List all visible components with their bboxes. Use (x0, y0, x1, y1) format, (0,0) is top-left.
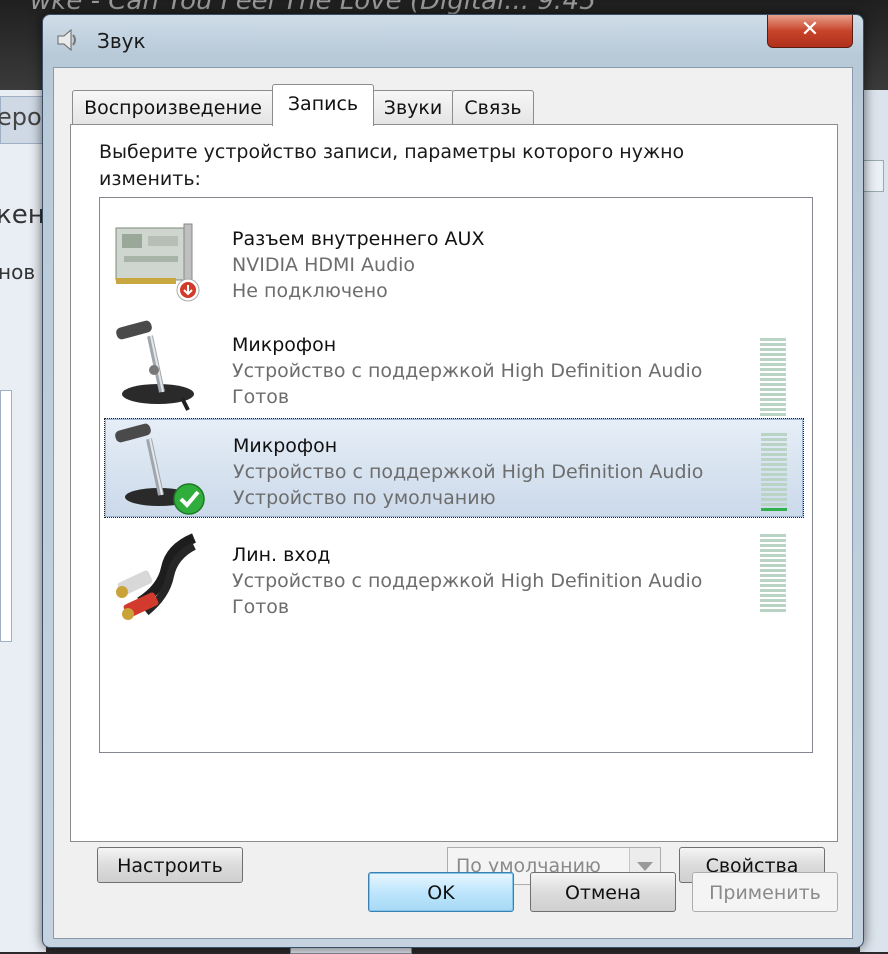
apply-button[interactable]: Применить (692, 872, 838, 912)
level-meter-segment (761, 483, 787, 486)
level-meter-segment (760, 388, 786, 391)
level-meter-segment (760, 539, 786, 542)
level-meter-segment (760, 569, 786, 572)
window-title: Звук (97, 29, 146, 53)
microphone-default-icon (115, 423, 205, 515)
level-meter-segment (761, 453, 787, 456)
device-description: Устройство с поддержкой High Definition … (233, 461, 704, 483)
level-meter-segment (761, 438, 787, 441)
device-microphone-default[interactable]: Микрофон Устройство с поддержкой High De… (104, 418, 804, 518)
level-meter-segment (761, 493, 787, 496)
microphone-icon (116, 320, 194, 411)
background-text: кен (0, 200, 45, 230)
level-meter-segment (761, 458, 787, 461)
device-status: Готов (232, 386, 290, 408)
level-meter-segment (760, 408, 786, 411)
level-meter-segment (760, 343, 786, 346)
recording-panel: Выберите устройство записи, параметры ко… (70, 124, 838, 885)
device-status: Готов (232, 596, 290, 618)
background-scroll-button (862, 160, 884, 192)
instruction-text: Выберите устройство записи, параметры ко… (99, 141, 685, 190)
device-aux[interactable]: Разъем внутреннего AUX NVIDIA HDMI Audio… (104, 208, 804, 310)
close-button[interactable]: ✕ (767, 15, 853, 48)
level-meter-segment (760, 378, 786, 381)
level-meter-segment (761, 463, 787, 466)
dialog-client: Воспроизведение Запись Звуки Связь Выбер… (53, 67, 853, 939)
level-meter-segment (760, 383, 786, 386)
level-meter-segment (760, 584, 786, 587)
configure-button[interactable]: Настроить (97, 847, 243, 883)
device-microphone[interactable]: Микрофон Устройство с поддержкой High De… (104, 314, 804, 416)
cancel-button[interactable]: Отмена (530, 872, 676, 912)
tab-communications[interactable]: Связь (452, 90, 534, 125)
level-meter-segment (760, 363, 786, 366)
level-meter-segment (760, 549, 786, 552)
level-meter-segment (760, 348, 786, 351)
level-meter (761, 433, 787, 513)
device-description: Устройство с поддержкой High Definition … (232, 360, 703, 382)
level-meter-segment (760, 609, 786, 612)
tab-playback[interactable]: Воспроизведение (72, 90, 274, 125)
level-meter-segment (760, 554, 786, 557)
level-meter-segment (760, 534, 786, 537)
device-status: Не подключено (232, 280, 388, 302)
background-toolbar-text: еро (0, 103, 42, 131)
level-meter-segment (761, 473, 787, 476)
device-status: Устройство по умолчанию (233, 487, 496, 509)
device-name: Микрофон (232, 334, 337, 356)
device-line-in[interactable]: Лин. вход Устройство с поддержкой High D… (104, 524, 804, 626)
ok-button[interactable]: OK (368, 872, 514, 912)
tab-recording[interactable]: Запись (272, 84, 374, 126)
level-meter-segment (760, 594, 786, 597)
rca-cable-icon (116, 533, 197, 620)
level-meter-segment (760, 368, 786, 371)
level-meter (760, 338, 786, 418)
level-meter-segment (761, 433, 787, 436)
level-meter-segment (760, 413, 786, 416)
title-bar[interactable]: Звук ✕ (43, 15, 863, 67)
level-meter-segment (760, 589, 786, 592)
level-meter-segment (761, 498, 787, 501)
level-meter-segment (761, 488, 787, 491)
level-meter-segment (760, 604, 786, 607)
background-panel (0, 390, 12, 642)
level-meter-segment (761, 443, 787, 446)
level-meter-segment (760, 544, 786, 547)
sound-dialog: Звук ✕ Воспроизведение Запись Звуки Связ… (42, 14, 864, 948)
level-meter-segment (761, 448, 787, 451)
level-meter-segment (760, 373, 786, 376)
level-meter-segment (760, 564, 786, 567)
level-meter-segment (760, 559, 786, 562)
level-meter-segment (760, 403, 786, 406)
level-meter-segment (760, 579, 786, 582)
level-meter-segment (760, 353, 786, 356)
device-description: Устройство с поддержкой High Definition … (232, 570, 703, 592)
level-meter-segment (760, 574, 786, 577)
tab-sounds[interactable]: Звуки (372, 90, 454, 125)
level-meter-segment (760, 338, 786, 341)
level-meter-segment (760, 398, 786, 401)
speaker-icon (57, 28, 76, 52)
level-meter-segment (761, 508, 787, 511)
device-description: NVIDIA HDMI Audio (232, 254, 416, 276)
background-text: нов (0, 260, 36, 284)
background-window-right (860, 90, 888, 952)
background-toolbar: еро (0, 96, 46, 144)
device-name: Лин. вход (232, 544, 331, 566)
level-meter-segment (760, 358, 786, 361)
device-list[interactable]: Разъем внутреннего AUX NVIDIA HDMI Audio… (99, 197, 813, 753)
device-name: Разъем внутреннего AUX (232, 228, 485, 250)
level-meter-segment (760, 393, 786, 396)
level-meter-segment (761, 503, 787, 506)
level-meter-segment (760, 599, 786, 602)
device-name: Микрофон (233, 435, 338, 457)
close-icon: ✕ (800, 17, 820, 42)
sound-card-icon (115, 223, 200, 302)
level-meter-segment (761, 478, 787, 481)
level-meter (760, 534, 786, 614)
level-meter-segment (761, 468, 787, 471)
